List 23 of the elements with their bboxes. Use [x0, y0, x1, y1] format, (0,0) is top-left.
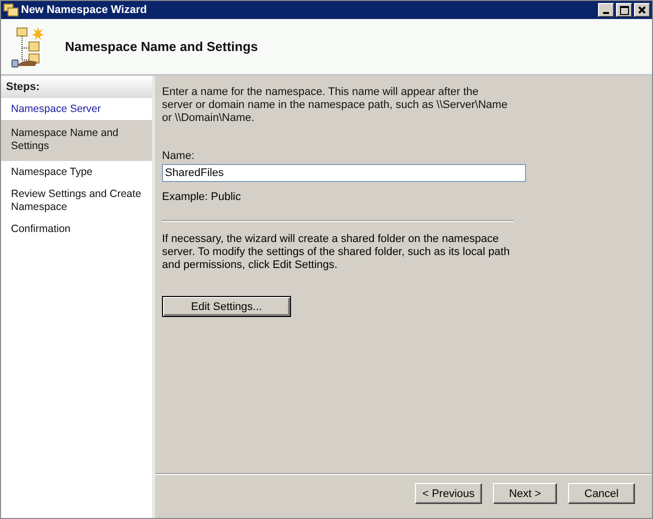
step-item: Namespace Type: [10, 165, 94, 180]
maximize-icon: [620, 6, 628, 14]
name-input-field[interactable]: SharedFiles: [162, 164, 526, 182]
step-item: Namespace Server: [10, 102, 102, 117]
wizard-button[interactable]: < Previous: [415, 483, 482, 504]
description-text: Enter a name for the namespace. This name will appear after the server or domain name in the namespace path, such as \\Server\Name or \\Domain\Name.: [162, 86, 508, 125]
minimize-button[interactable]: [598, 3, 614, 17]
example-text: Example: Public: [162, 191, 242, 203]
step-item: Confirmation: [10, 222, 72, 237]
steps-heading: Steps:: [1, 76, 152, 98]
edit-settings-button[interactable]: Edit Settings...: [162, 296, 291, 317]
page-heading: Namespace Name and Settings: [65, 39, 258, 54]
window-title: New Namespace Wizard: [21, 4, 148, 16]
maximize-button[interactable]: [616, 3, 632, 17]
info-text: If necessary, the wizard will create a shared folder on the namespace server. To modify the settings of the shared folder, such as its local path and permissions, click Edit Settings.: [162, 233, 511, 272]
folders-icon: [3, 3, 19, 17]
field-label: Name:: [162, 150, 196, 162]
step-item: Namespace Name and Settings: [1, 120, 152, 161]
wizard-button[interactable]: Cancel: [568, 483, 635, 504]
step-item: Review Settings and Create Namespace: [10, 187, 142, 215]
close-button[interactable]: [634, 3, 650, 17]
close-icon: [638, 6, 646, 14]
wizard-button[interactable]: Next >: [493, 483, 557, 504]
